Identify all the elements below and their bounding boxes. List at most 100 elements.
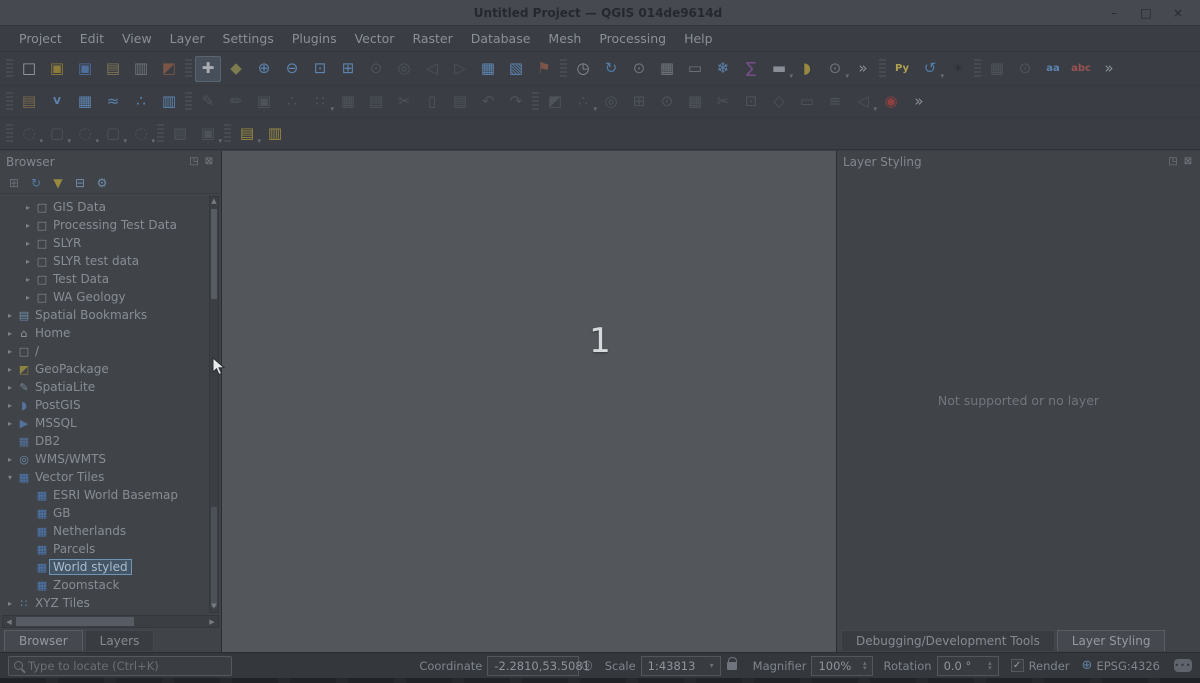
- scrollbar-thumb-2[interactable]: [211, 507, 217, 607]
- expand-arrow-icon[interactable]: ▸: [22, 221, 34, 230]
- chevron-down-icon[interactable]: ▾: [710, 661, 714, 670]
- expand-arrow-icon[interactable]: ▸: [22, 293, 34, 302]
- toolbar-handle[interactable]: [224, 124, 231, 144]
- add-mesh-layer-button[interactable]: ≈: [100, 89, 126, 115]
- scroll-left-icon[interactable]: ◀: [3, 616, 15, 627]
- paste-features-button[interactable]: ▤: [447, 89, 473, 115]
- menu-item[interactable]: Help: [675, 27, 722, 50]
- zoom-to-layer-button[interactable]: ◎: [391, 56, 417, 82]
- coordinate-value-box[interactable]: -2.2810,53.5081: [487, 656, 579, 676]
- deselect-button[interactable]: ◎: [598, 89, 624, 115]
- add-virtual-layer-button[interactable]: ▥: [156, 89, 182, 115]
- expand-arrow-icon[interactable]: ▸: [22, 239, 34, 248]
- move-feature-button[interactable]: ▦: [682, 89, 708, 115]
- browser-float-icon[interactable]: ◳: [188, 156, 200, 168]
- python-console-button[interactable]: Py: [889, 56, 915, 82]
- tree-item-home[interactable]: ▸ ⌂ Home: [0, 324, 221, 342]
- scale-lock-icon[interactable]: [727, 662, 737, 670]
- close-button[interactable]: ×: [1164, 3, 1192, 23]
- tree-vertical-scrollbar[interactable]: ▲ ▼: [209, 196, 219, 613]
- toolbar-overflow-button[interactable]: »: [850, 56, 876, 82]
- menu-item[interactable]: Processing: [590, 27, 675, 50]
- map-tips-button[interactable]: ◗: [794, 56, 820, 82]
- menu-item[interactable]: Database: [462, 27, 540, 50]
- zoom-selection-button[interactable]: ⊙: [654, 89, 680, 115]
- vertex-tool-button[interactable]: ▤: [363, 89, 389, 115]
- select-features-button[interactable]: ◩: [542, 89, 568, 115]
- plugin-sync-button[interactable]: ↺: [917, 56, 943, 82]
- maximize-button[interactable]: □: [1132, 3, 1160, 23]
- tree-item-gis-data[interactable]: ▸ □ GIS Data: [0, 198, 221, 216]
- tree-item-mssql[interactable]: ▸ ▶ MSSQL: [0, 414, 221, 432]
- toolbar-handle[interactable]: [6, 92, 13, 112]
- zoom-native-button[interactable]: ⊡: [307, 56, 333, 82]
- locate-input[interactable]: [28, 659, 226, 673]
- browser-refresh-button[interactable]: ↻: [26, 174, 46, 192]
- toolbar-handle[interactable]: [185, 92, 192, 112]
- tree-item-slyr[interactable]: ▸ □ SLYR: [0, 234, 221, 252]
- raster-tools-button[interactable]: ▦: [984, 56, 1010, 82]
- zoom-last-button[interactable]: ◁: [419, 56, 445, 82]
- rotation-spinbox[interactable]: 0.0 ° ▴▾: [937, 656, 999, 676]
- minimize-button[interactable]: –: [1100, 3, 1128, 23]
- expand-arrow-icon[interactable]: ▸: [4, 599, 16, 608]
- toolbar-handle[interactable]: [532, 92, 539, 112]
- zoom-in-button[interactable]: ⊕: [251, 56, 277, 82]
- styling-float-icon[interactable]: ◳: [1167, 156, 1179, 168]
- trim-extend-button[interactable]: ≡: [822, 89, 848, 115]
- browser-properties-button[interactable]: ⚙: [92, 174, 112, 192]
- advanced-digitize-5-button[interactable]: ◌: [128, 121, 154, 147]
- toggle-editing-button[interactable]: ✏: [223, 89, 249, 115]
- toolbar-handle[interactable]: [6, 59, 13, 79]
- attribute-table-button[interactable]: ▦: [654, 56, 680, 82]
- current-edits-button[interactable]: ✎: [195, 89, 221, 115]
- toolbar-handle[interactable]: [157, 124, 164, 144]
- reshape-button[interactable]: ◇: [766, 89, 792, 115]
- tab-browser[interactable]: Browser: [4, 630, 83, 651]
- debug-button[interactable]: ✶: [945, 56, 971, 82]
- toolbar-handle[interactable]: [879, 59, 886, 79]
- expand-arrow-icon[interactable]: ▸: [4, 419, 16, 428]
- field-calculator-button[interactable]: ▭: [682, 56, 708, 82]
- zoom-out-button[interactable]: ⊖: [279, 56, 305, 82]
- add-point-cloud-button[interactable]: ∴: [128, 89, 154, 115]
- digitize-lines-button[interactable]: ∷: [307, 89, 333, 115]
- expand-arrow-icon[interactable]: ▸: [22, 203, 34, 212]
- magnifier-spinbox[interactable]: 100% ▴▾: [811, 656, 873, 676]
- browser-close-icon[interactable]: ⊠: [203, 156, 215, 168]
- toolbar-handle[interactable]: [185, 59, 192, 79]
- menu-item[interactable]: Mesh: [539, 27, 590, 50]
- add-raster-layer-button[interactable]: ▦: [72, 89, 98, 115]
- statistics-button[interactable]: ∑: [738, 56, 764, 82]
- add-vector-layer-button[interactable]: V: [44, 89, 70, 115]
- styling-close-icon[interactable]: ⊠: [1182, 156, 1194, 168]
- tree-item-vector-tiles[interactable]: ▾ ▦ Vector Tiles: [0, 468, 221, 486]
- expand-arrow-icon[interactable]: ▸: [22, 275, 34, 284]
- expand-arrow-icon[interactable]: ▸: [4, 455, 16, 464]
- zoom-next-button[interactable]: ▷: [447, 56, 473, 82]
- help-button[interactable]: ◉: [878, 89, 904, 115]
- toolbar-overflow-2-button[interactable]: »: [1096, 56, 1122, 82]
- undo-button[interactable]: ↶: [475, 89, 501, 115]
- scroll-right-icon[interactable]: ▶: [206, 616, 218, 627]
- spinner-arrows-icon[interactable]: ▴▾: [988, 661, 992, 669]
- tree-item-netherlands[interactable]: ▦ Netherlands: [0, 522, 221, 540]
- processing-toolbox-button[interactable]: ❄: [710, 56, 736, 82]
- tree-item-parcels[interactable]: ▦ Parcels: [0, 540, 221, 558]
- crs-button[interactable]: EPSG:4326: [1096, 659, 1160, 673]
- rotate-feature-button[interactable]: ◁: [850, 89, 876, 115]
- expand-arrow-icon[interactable]: ▸: [4, 401, 16, 410]
- tree-item-esri-world-basemap[interactable]: ▦ ESRI World Basemap: [0, 486, 221, 504]
- identify-features-button[interactable]: ⊙: [626, 56, 652, 82]
- toolbar-handle[interactable]: [560, 59, 567, 79]
- label-abc-button[interactable]: abc: [1068, 56, 1094, 82]
- tree-item-test-data[interactable]: ▸ □ Test Data: [0, 270, 221, 288]
- map-canvas[interactable]: [222, 151, 836, 652]
- menu-item[interactable]: View: [113, 27, 161, 50]
- layer-labeling-button[interactable]: ▤: [234, 121, 260, 147]
- style-manager-button[interactable]: ◩: [156, 56, 182, 82]
- advanced-digitize-4-button[interactable]: ▢: [100, 121, 126, 147]
- offset-curve-button[interactable]: ▭: [794, 89, 820, 115]
- measure-button[interactable]: ▬: [766, 56, 792, 82]
- expand-arrow-icon[interactable]: ▸: [4, 311, 16, 320]
